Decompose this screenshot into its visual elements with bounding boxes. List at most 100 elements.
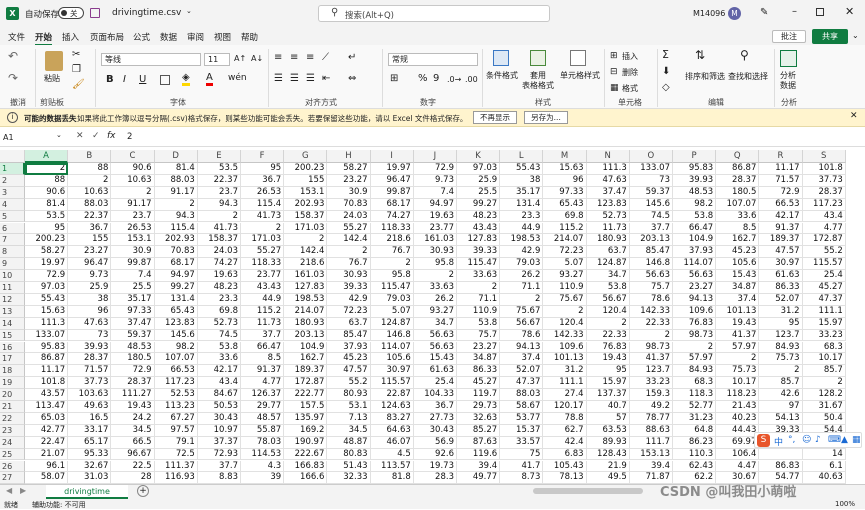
bold-button[interactable]: B (106, 75, 114, 85)
table-cell[interactable]: 25.9 (68, 282, 112, 294)
table-cell[interactable]: 123.83 (586, 198, 630, 211)
table-cell[interactable]: 52.07 (500, 365, 544, 378)
table-cell[interactable]: 115.47 (457, 258, 501, 271)
table-cell[interactable]: 23.27 (673, 282, 717, 294)
table-cell[interactable]: 23.7 (111, 210, 155, 223)
table-cell[interactable]: 74.5 (197, 329, 241, 342)
table-cell[interactable]: 37.4 (716, 293, 760, 306)
table-cell[interactable]: 33.23 (802, 329, 846, 342)
column-header[interactable]: L (500, 150, 544, 163)
table-cell[interactable]: 37.93 (327, 341, 371, 354)
table-cell[interactable]: 105.43 (543, 460, 587, 473)
table-format-label[interactable]: 套用 表格格式 (522, 71, 554, 91)
table-cell[interactable]: 19.43 (111, 401, 155, 413)
table-cell[interactable]: 92.6 (413, 448, 457, 461)
column-header[interactable]: D (154, 150, 198, 163)
table-cell[interactable]: 93.27 (413, 305, 457, 318)
close-icon[interactable]: ✕ (845, 5, 854, 18)
table-cell[interactable]: 19.97 (25, 258, 69, 271)
table-cell[interactable]: 200.23 (284, 163, 328, 175)
table-cell[interactable]: 49.77 (457, 472, 501, 484)
table-cell[interactable]: 64.8 (673, 424, 717, 437)
table-cell[interactable]: 95 (241, 163, 285, 175)
table-cell[interactable]: 86.87 (25, 353, 69, 366)
table-cell[interactable]: 42.9 (327, 293, 371, 306)
font-color-icon[interactable]: A (206, 73, 213, 86)
table-cell[interactable]: 65.43 (154, 305, 198, 318)
table-cell[interactable]: 55.27 (241, 246, 285, 259)
table-cell[interactable]: 38 (68, 293, 112, 306)
table-cell[interactable]: 23.27 (68, 246, 112, 259)
share-button[interactable]: 共享 (812, 29, 848, 44)
table-cell[interactable]: 22.5 (111, 460, 155, 473)
table-cell[interactable]: 15.63 (25, 305, 69, 318)
table-cell[interactable]: 19.97 (370, 163, 414, 175)
table-cell[interactable]: 72.23 (543, 246, 587, 259)
table-cell[interactable]: 133.07 (25, 329, 69, 342)
table-cell[interactable]: 39 (241, 472, 285, 484)
table-cell[interactable]: 88 (68, 163, 112, 175)
row-header[interactable]: 14 (0, 317, 25, 330)
table-cell[interactable]: 95.83 (25, 341, 69, 354)
table-cell[interactable]: 30.97 (759, 258, 803, 271)
decrease-decimal-icon[interactable]: .00 (465, 75, 478, 85)
table-cell[interactable]: 2 (802, 377, 846, 390)
table-cell[interactable]: 36.7 (413, 401, 457, 413)
format-cells-label[interactable]: 格式 (622, 84, 638, 94)
table-cell[interactable]: 33.6 (197, 353, 241, 366)
table-cell[interactable]: 28.37 (716, 174, 760, 187)
table-cell[interactable]: 85.7 (802, 365, 846, 378)
sheet-next-icon[interactable]: ▶ (20, 486, 26, 495)
table-cell[interactable]: 2 (370, 258, 414, 271)
table-cell[interactable]: 101.13 (543, 353, 587, 366)
table-cell[interactable]: 75.73 (716, 365, 760, 378)
column-header[interactable]: N (586, 150, 630, 163)
pen-icon[interactable]: ✎ (760, 7, 768, 18)
table-cell[interactable]: 153.1 (284, 186, 328, 199)
table-cell[interactable]: 153.13 (629, 448, 673, 461)
table-cell[interactable]: 57.97 (673, 353, 717, 366)
table-cell[interactable]: 49.63 (68, 401, 112, 413)
table-cell[interactable]: 52.53 (154, 389, 198, 401)
table-cell[interactable]: 91.17 (111, 198, 155, 211)
table-cell[interactable]: 31.2 (543, 365, 587, 378)
table-cell[interactable]: 47.37 (802, 293, 846, 306)
table-cell[interactable]: 39.33 (457, 246, 501, 259)
table-cell[interactable]: 95.33 (68, 448, 112, 461)
table-cell[interactable]: 32.67 (68, 460, 112, 473)
table-cell[interactable]: 43.4 (197, 377, 241, 390)
table-cell[interactable]: 94.13 (673, 293, 717, 306)
table-cell[interactable]: 30.43 (413, 424, 457, 437)
menu-page-layout[interactable]: 页面布局 (90, 31, 124, 43)
menu-home[interactable]: 开始 (35, 31, 53, 46)
table-cell[interactable]: 5.07 (543, 258, 587, 271)
table-cell[interactable]: 2 (586, 317, 630, 330)
table-cell[interactable]: 9.73 (68, 270, 112, 282)
table-cell[interactable]: 97.03 (457, 163, 501, 175)
row-header[interactable]: 15 (0, 329, 25, 342)
menu-view[interactable]: 视图 (214, 31, 231, 43)
table-cell[interactable]: 97.33 (111, 305, 155, 318)
table-cell[interactable]: 2 (716, 353, 760, 366)
table-cell[interactable]: 79.1 (154, 436, 198, 449)
table-cell[interactable]: 189.37 (759, 234, 803, 247)
table-cell[interactable]: 218.6 (370, 234, 414, 247)
filename-label[interactable]: drivingtime.csv (112, 8, 181, 18)
worksheet-grid[interactable]: A B C D E F G H I J K L M N O P Q R S 1 2 88 90.6 81.4 53.5 95 200… (0, 150, 865, 484)
table-cell[interactable]: 4.5 (370, 448, 414, 461)
table-cell[interactable]: 124.87 (586, 258, 630, 271)
table-cell[interactable]: 69.8 (543, 210, 587, 223)
table-cell[interactable]: 50.53 (197, 401, 241, 413)
row-header[interactable]: 23 (0, 424, 25, 437)
table-cell[interactable]: 71.1 (457, 293, 501, 306)
table-cell[interactable]: 78.77 (629, 412, 673, 425)
italic-button[interactable]: I (123, 75, 126, 85)
table-cell[interactable]: 26.2 (413, 293, 457, 306)
add-sheet-icon[interactable]: + (137, 485, 149, 497)
table-cell[interactable]: 75 (500, 448, 544, 461)
table-cell[interactable]: 37.7 (629, 222, 673, 235)
table-cell[interactable]: 33.63 (413, 282, 457, 294)
analyze-data-icon[interactable] (780, 50, 797, 67)
menu-help[interactable]: 帮助 (241, 31, 258, 43)
table-cell[interactable]: 23.3 (500, 210, 544, 223)
